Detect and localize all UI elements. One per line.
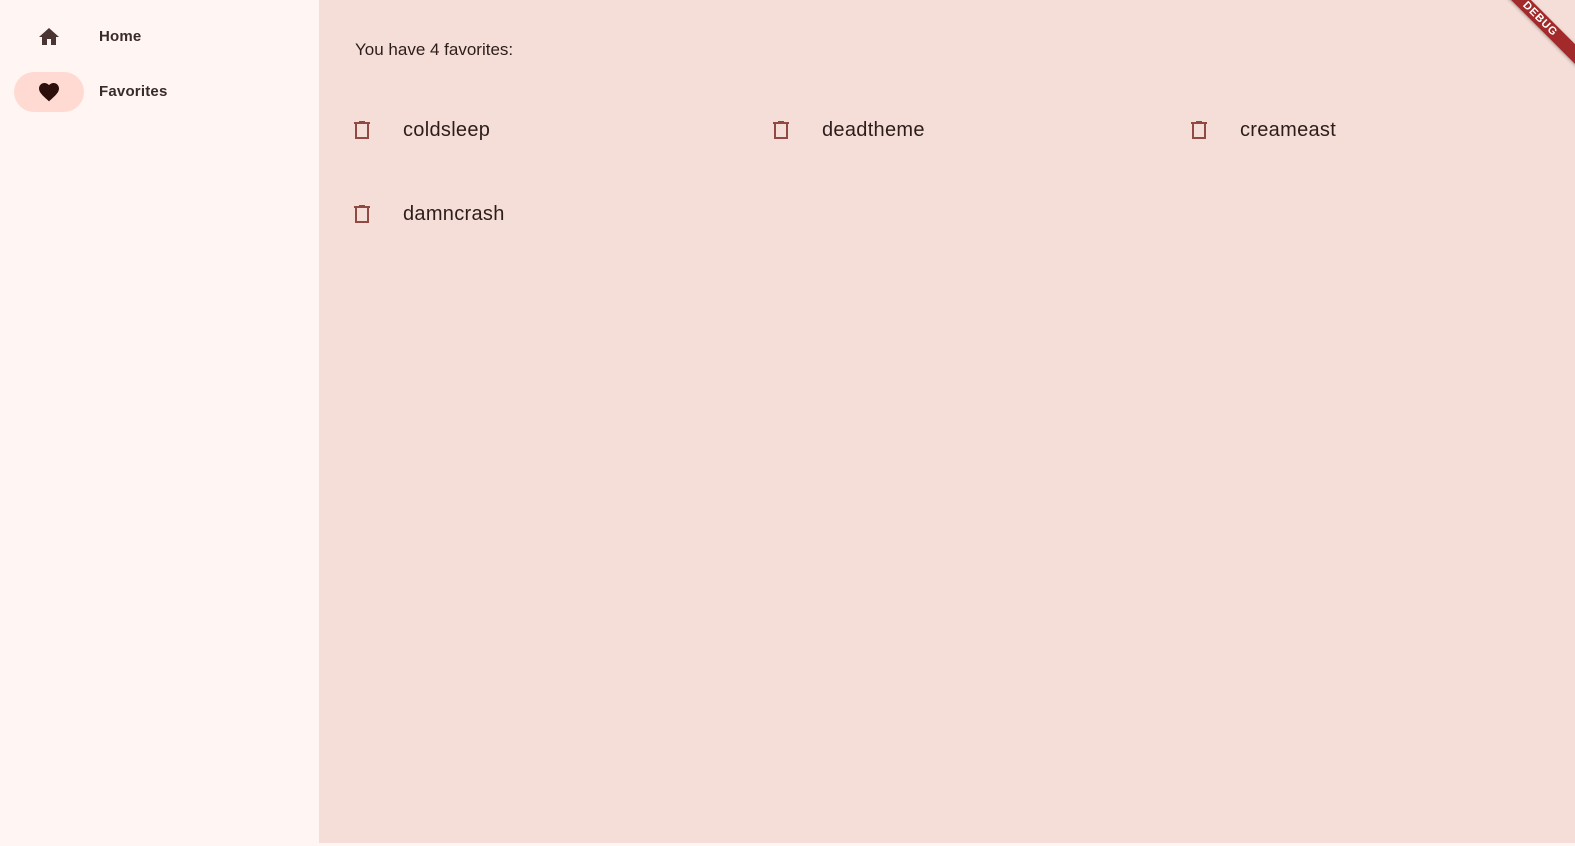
- favorites-page: You have 4 favorites: coldsleep deadthem…: [319, 0, 1575, 843]
- trash-icon: [1191, 121, 1207, 139]
- nav-label-favorites: Favorites: [99, 83, 168, 100]
- favorite-item: deadtheme: [738, 108, 1118, 152]
- nav-indicator-home: [14, 17, 84, 57]
- delete-favorite-button[interactable]: [769, 116, 793, 144]
- favorite-word: damncrash: [403, 203, 505, 225]
- heart-icon: [39, 83, 59, 102]
- navigation-rail: Home Favorites: [0, 0, 319, 846]
- favorite-word: coldsleep: [403, 119, 491, 141]
- debug-banner: DEBUG: [1492, 0, 1575, 67]
- favorite-item: damncrash: [319, 192, 699, 236]
- delete-favorite-button[interactable]: [1187, 116, 1211, 144]
- trash-icon: [354, 121, 370, 139]
- favorite-item: creameast: [1156, 108, 1536, 152]
- home-icon: [39, 28, 59, 45]
- nav-indicator-favorites: [14, 72, 84, 112]
- favorite-word: creameast: [1240, 119, 1337, 141]
- nav-label-home: Home: [99, 28, 142, 45]
- favorite-item: coldsleep: [319, 108, 699, 152]
- nav-item-favorites[interactable]: Favorites: [0, 68, 319, 116]
- trash-icon: [354, 205, 370, 223]
- trash-icon: [773, 121, 789, 139]
- delete-favorite-button[interactable]: [350, 200, 374, 228]
- favorite-word: deadtheme: [822, 119, 925, 141]
- nav-item-home[interactable]: Home: [0, 13, 319, 61]
- favorites-count-text: You have 4 favorites:: [355, 40, 514, 59]
- delete-favorite-button[interactable]: [350, 116, 374, 144]
